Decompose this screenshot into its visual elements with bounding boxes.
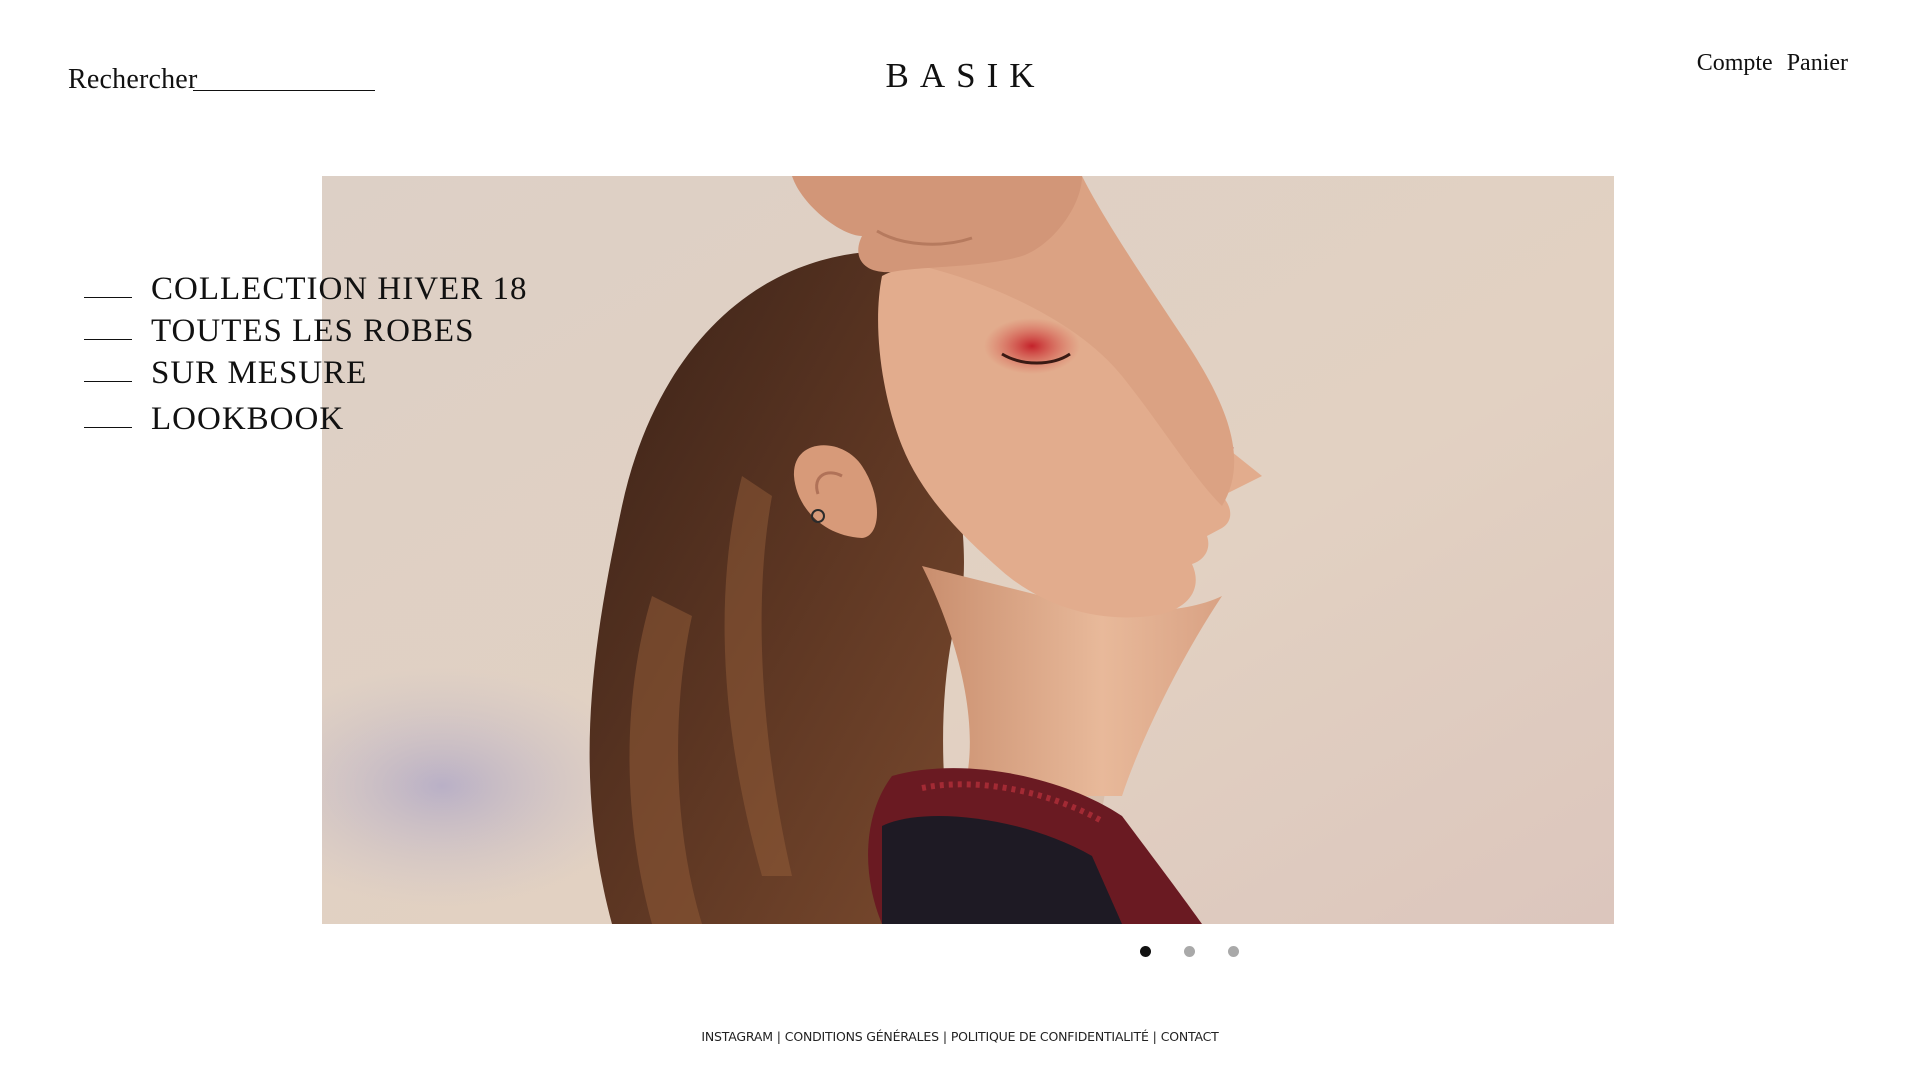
footer-link-contact[interactable]: CONTACT (1161, 1029, 1219, 1044)
menu-item-toutes-les-robes[interactable]: TOUTES LES ROBES (84, 310, 527, 352)
search-bar[interactable]: Rechercher (68, 62, 376, 97)
menu-dash (84, 338, 132, 340)
menu-dash (84, 380, 132, 382)
footer-separator: | (1152, 1029, 1157, 1044)
menu-dash (84, 426, 132, 428)
cart-link[interactable]: Panier (1787, 50, 1848, 77)
menu-item-lookbook[interactable]: LOOKBOOK (84, 398, 527, 440)
menu-dash (84, 296, 132, 298)
category-menu: COLLECTION HIVER 18 TOUTES LES ROBES SUR… (84, 268, 527, 440)
carousel-dot-2[interactable] (1184, 946, 1195, 957)
carousel-dot-1[interactable] (1140, 946, 1151, 957)
footer-link-instagram[interactable]: INSTAGRAM (701, 1029, 773, 1044)
footer-link-conditions[interactable]: CONDITIONS GÉNÉRALES (785, 1029, 939, 1044)
account-link[interactable]: Compte (1697, 50, 1773, 77)
footer-separator: | (942, 1029, 947, 1044)
menu-item-label: TOUTES LES ROBES (151, 312, 475, 349)
footer-separator: | (776, 1029, 781, 1044)
brand-logo[interactable]: BASIK (874, 56, 1045, 96)
menu-item-sur-mesure[interactable]: SUR MESURE (84, 352, 527, 394)
account-nav: Compte Panier (1697, 50, 1848, 77)
footer-links: INSTAGRAM | CONDITIONS GÉNÉRALES | POLITIQUE… (0, 1029, 1920, 1044)
menu-item-label: SUR MESURE (151, 354, 368, 391)
footer-link-privacy[interactable]: POLITIQUE DE CONFIDENTIALITÉ (951, 1029, 1149, 1044)
menu-item-collection-hiver[interactable]: COLLECTION HIVER 18 (84, 268, 527, 310)
search-input[interactable] (193, 62, 376, 91)
carousel-dots (1140, 946, 1239, 957)
menu-item-label: COLLECTION HIVER 18 (151, 270, 528, 307)
menu-item-label: LOOKBOOK (151, 400, 345, 437)
search-label: Rechercher (68, 64, 198, 95)
carousel-dot-3[interactable] (1228, 946, 1239, 957)
